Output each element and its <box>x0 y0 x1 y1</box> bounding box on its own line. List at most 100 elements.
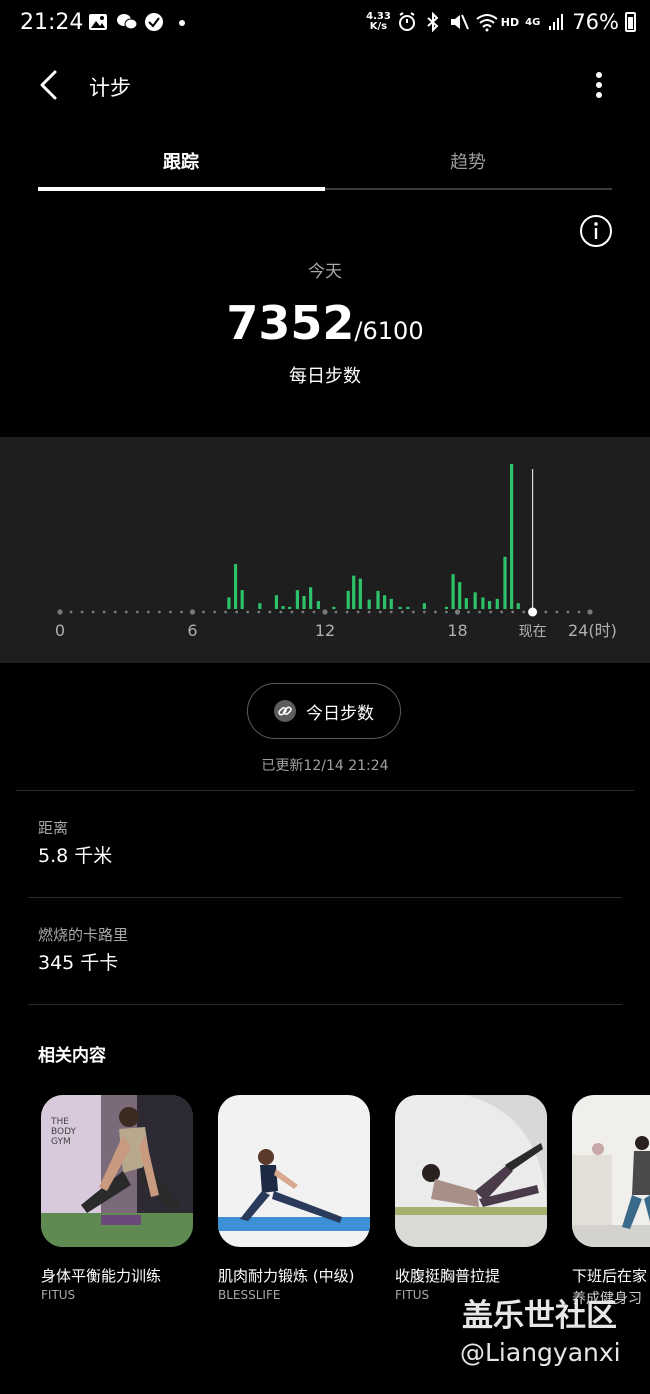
chart-bar <box>481 597 485 609</box>
axis-dot <box>454 609 461 615</box>
steps-caption: 每日步数 <box>289 366 361 387</box>
axis-dot <box>213 610 216 614</box>
chart-bar <box>288 606 292 609</box>
link-icon <box>274 700 296 722</box>
step-count: 7352/6100 <box>0 296 650 350</box>
axis-dot <box>511 610 515 614</box>
tab-active-indicator <box>38 187 325 191</box>
related-card-thumbnail[interactable] <box>395 1095 547 1247</box>
axis-dot <box>135 610 139 614</box>
check-app-icon <box>144 12 164 32</box>
related-card-thumbnail[interactable]: THE BODY GYM <box>41 1095 193 1247</box>
signal-icon <box>546 12 566 32</box>
axis-dot <box>312 610 316 614</box>
calories-value: 345 千卡 <box>38 952 119 974</box>
divider <box>28 897 622 898</box>
tab-tracking[interactable]: 跟踪 <box>38 148 324 174</box>
status-time: 21:24 <box>20 10 84 35</box>
related-card-thumbnail[interactable] <box>572 1095 650 1247</box>
chart-bar <box>495 598 499 609</box>
axis-dot <box>566 610 570 614</box>
axis-dot <box>91 610 95 614</box>
chart-bar <box>389 598 393 609</box>
chart-bar <box>274 595 279 609</box>
more-options-button[interactable] <box>584 64 614 106</box>
axis-dot <box>389 610 393 614</box>
chart-bar <box>422 603 426 609</box>
axis-dot <box>322 609 328 615</box>
axis-dot <box>246 610 250 614</box>
axis-dot <box>544 610 548 614</box>
chart-bar <box>295 590 299 609</box>
axis-dot <box>334 610 338 614</box>
info-button[interactable] <box>579 214 613 248</box>
today-steps-button[interactable]: 今日步数 <box>247 683 401 739</box>
related-card-title[interactable]: 收腹挺胸普拉提 <box>395 1265 500 1286</box>
axis-dot <box>400 610 404 614</box>
related-card-source: FITUS <box>395 1288 430 1302</box>
related-card-source: BLESSLIFE <box>218 1288 281 1302</box>
axis-dot <box>146 610 150 614</box>
axis-dot <box>500 610 504 614</box>
x-tick-label: 24(时) <box>568 621 617 640</box>
gym-logo-text: THE BODY GYM <box>51 1117 77 1147</box>
hourly-steps-chart[interactable]: 0 6 12 18 现在 24(时) <box>0 437 650 663</box>
related-card-thumbnail[interactable] <box>218 1095 370 1247</box>
related-section-title: 相关内容 <box>38 1046 106 1066</box>
info-icon <box>580 215 612 247</box>
axis-dot <box>587 609 593 615</box>
related-card-title[interactable]: 身体平衡能力训练 <box>41 1265 161 1286</box>
axis-dot <box>279 610 283 614</box>
axis-dot <box>422 610 426 614</box>
bluetooth-icon <box>423 11 443 33</box>
back-button[interactable] <box>30 64 70 106</box>
axis-dot <box>434 610 437 614</box>
chart-bar <box>510 464 514 609</box>
chart-bar <box>487 601 492 609</box>
chart-bar <box>346 590 350 609</box>
steps-value: 7352 <box>226 296 355 350</box>
divider <box>16 790 634 791</box>
chart-bar <box>352 575 356 609</box>
axis-dot <box>378 610 382 614</box>
gallery-icon <box>88 12 108 32</box>
period-label: 今天 <box>308 262 342 282</box>
chart-bar <box>451 574 455 609</box>
axis-dot <box>80 610 84 614</box>
status-notification-icons <box>88 12 192 32</box>
axis-dot <box>224 610 228 614</box>
axis-dot <box>522 610 526 614</box>
related-card-title[interactable]: 肌肉耐力锻炼 (中级) <box>218 1265 354 1286</box>
axis-dot <box>555 610 559 614</box>
axis-dot <box>69 610 73 614</box>
chart-bar <box>444 606 449 609</box>
axis-dot <box>113 610 117 614</box>
axis-dot <box>169 610 172 614</box>
chart-bar <box>281 606 285 609</box>
tab-trends[interactable]: 趋势 <box>325 148 611 174</box>
chart-bar <box>473 592 477 609</box>
axis-dot <box>235 610 239 614</box>
wifi-icon <box>475 12 498 32</box>
axis-dot <box>577 610 581 614</box>
axis-dot <box>367 610 371 614</box>
updated-time: 已更新12/14 21:24 <box>261 758 389 774</box>
battery-icon <box>625 12 636 32</box>
axis-dot <box>301 610 305 614</box>
divider <box>28 1004 622 1005</box>
watermark-title: 盖乐世社区 <box>462 1298 617 1334</box>
chart-bar <box>309 587 313 609</box>
x-tick-label: 6 <box>187 621 197 640</box>
axis-dot <box>411 610 415 614</box>
workout-image <box>572 1095 650 1247</box>
workout-image <box>218 1095 370 1247</box>
x-tick-label: 12 <box>315 621 335 640</box>
chart-bar <box>302 595 306 609</box>
workout-image <box>395 1095 547 1247</box>
steps-goal: /6100 <box>354 317 424 345</box>
chart-bar <box>383 595 387 609</box>
axis-dot <box>202 610 205 614</box>
related-card-title[interactable]: 下班后在家 <box>572 1265 647 1286</box>
chart-bar <box>398 606 402 609</box>
chart-bar <box>240 590 244 609</box>
